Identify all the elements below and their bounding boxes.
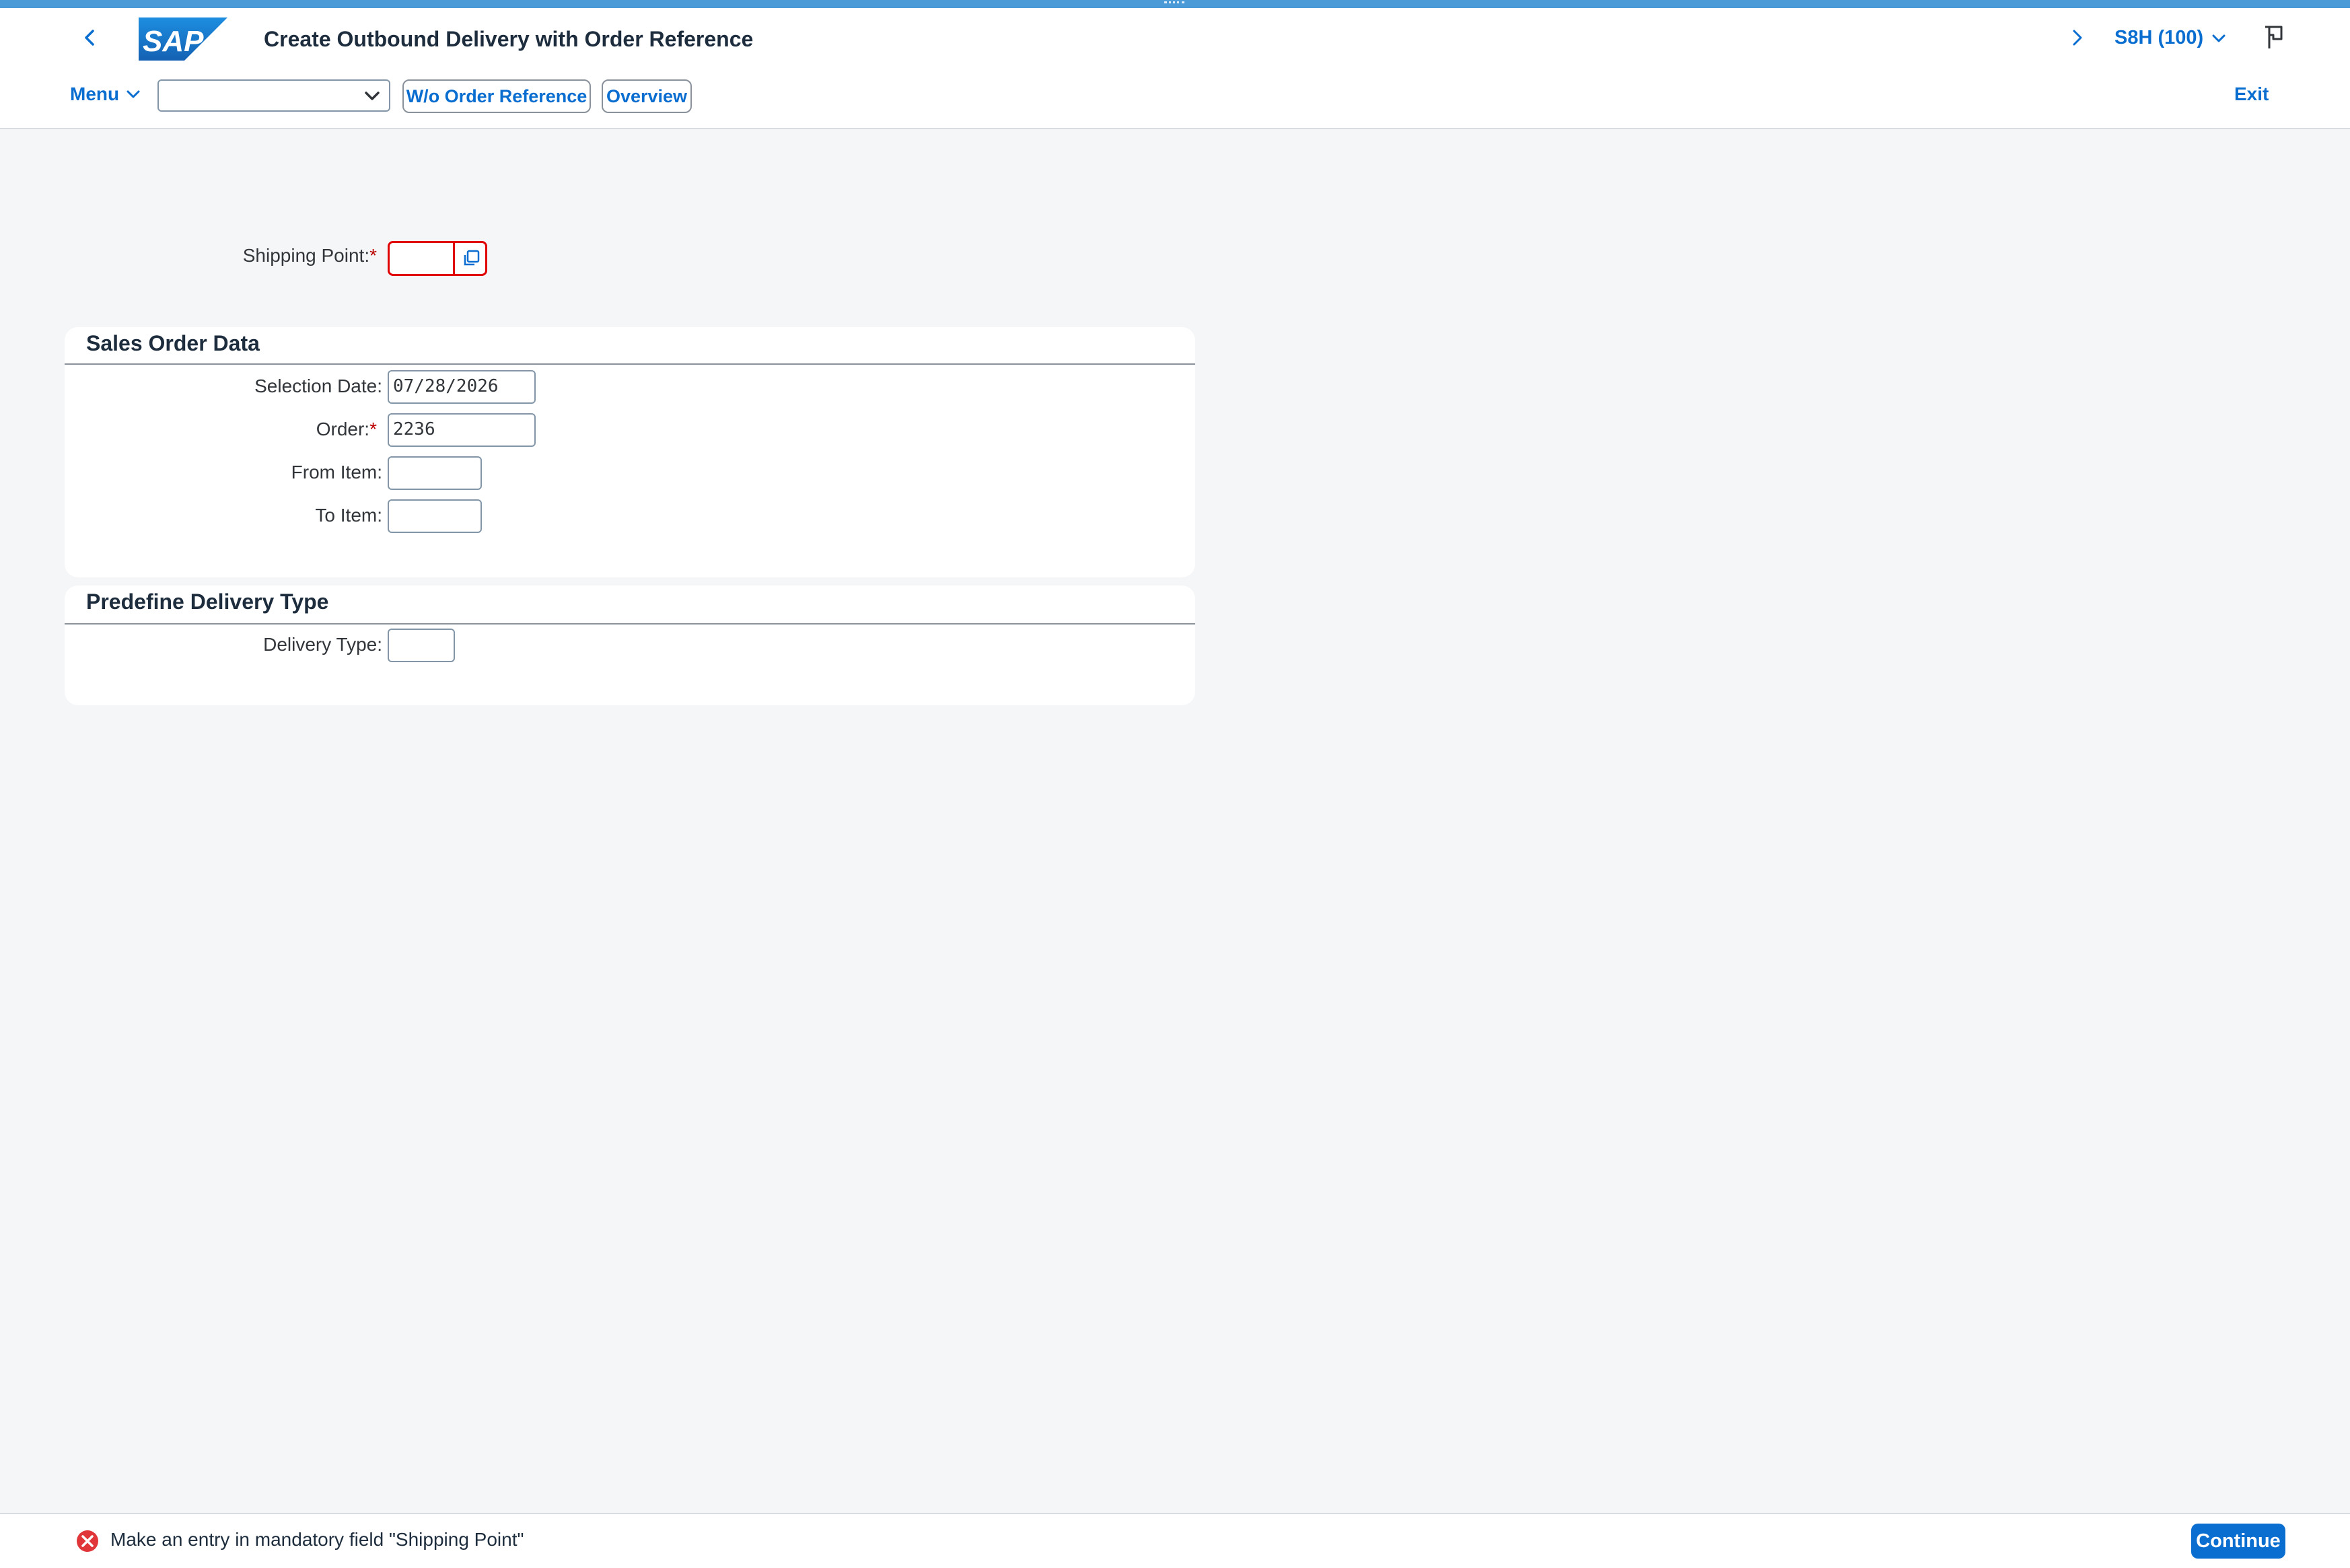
chevron-down-icon bbox=[127, 90, 140, 98]
delivery-type-input[interactable] bbox=[388, 629, 455, 662]
system-label: S8H (100) bbox=[2114, 27, 2204, 48]
selection-date-label: Selection Date: bbox=[254, 376, 382, 396]
order-input[interactable]: 2236 bbox=[388, 413, 536, 447]
status-message: Make an entry in mandatory field "Shippi… bbox=[110, 1529, 524, 1550]
chevron-down-icon bbox=[2212, 34, 2226, 42]
pin-icon[interactable] bbox=[2258, 22, 2288, 54]
error-icon bbox=[77, 1530, 98, 1552]
panel-divider bbox=[65, 363, 1195, 365]
chevron-right-icon bbox=[2073, 30, 2082, 46]
panel-divider bbox=[65, 623, 1195, 625]
shipping-point-label-text: Shipping Point: bbox=[242, 245, 370, 266]
forward-button[interactable] bbox=[2063, 23, 2090, 52]
menu-button[interactable]: Menu bbox=[70, 83, 141, 105]
status-bar: Make an entry in mandatory field "Shippi… bbox=[0, 1513, 2350, 1568]
overview-button[interactable]: Overview bbox=[602, 79, 692, 113]
from-item-input[interactable] bbox=[388, 456, 482, 490]
menu-label: Menu bbox=[70, 83, 120, 104]
wo-order-reference-button[interactable]: W/o Order Reference bbox=[402, 79, 591, 113]
exit-button[interactable]: Exit bbox=[2234, 83, 2269, 105]
shell-bar: SAP Create Outbound Delivery with Order … bbox=[0, 8, 2350, 65]
back-button[interactable] bbox=[75, 23, 105, 52]
sales-order-data-panel: Sales Order Data bbox=[65, 327, 1195, 577]
to-item-label: To Item: bbox=[315, 505, 382, 526]
shipping-point-field[interactable] bbox=[388, 241, 487, 276]
sales-order-data-title: Sales Order Data bbox=[86, 331, 260, 355]
shipping-point-label: Shipping Point:* bbox=[243, 245, 377, 266]
predefine-delivery-type-panel: Predefine Delivery Type bbox=[65, 585, 1195, 705]
resize-grip[interactable] bbox=[1164, 1, 1184, 5]
delivery-type-label: Delivery Type: bbox=[263, 634, 382, 655]
field-divider bbox=[453, 243, 455, 274]
from-item-label: From Item: bbox=[291, 462, 382, 483]
sap-logo: SAP bbox=[139, 17, 227, 61]
required-marker: * bbox=[369, 419, 377, 439]
chevron-down-icon[interactable] bbox=[363, 87, 381, 105]
required-marker: * bbox=[369, 245, 377, 266]
selection-date-input[interactable]: 07/28/2026 bbox=[388, 370, 536, 404]
order-label-text: Order: bbox=[316, 419, 370, 439]
order-label: Order:* bbox=[316, 419, 377, 440]
command-field[interactable] bbox=[157, 79, 390, 112]
to-item-input[interactable] bbox=[388, 499, 482, 533]
app-title: Create Outbound Delivery with Order Refe… bbox=[264, 27, 754, 51]
logo-text: SAP bbox=[143, 25, 204, 58]
chevron-left-icon bbox=[85, 30, 94, 46]
value-help-icon[interactable] bbox=[461, 248, 481, 269]
predefine-delivery-type-title: Predefine Delivery Type bbox=[86, 590, 329, 614]
continue-button[interactable]: Continue bbox=[2191, 1524, 2285, 1559]
system-selector[interactable]: S8H (100) bbox=[2114, 27, 2226, 49]
